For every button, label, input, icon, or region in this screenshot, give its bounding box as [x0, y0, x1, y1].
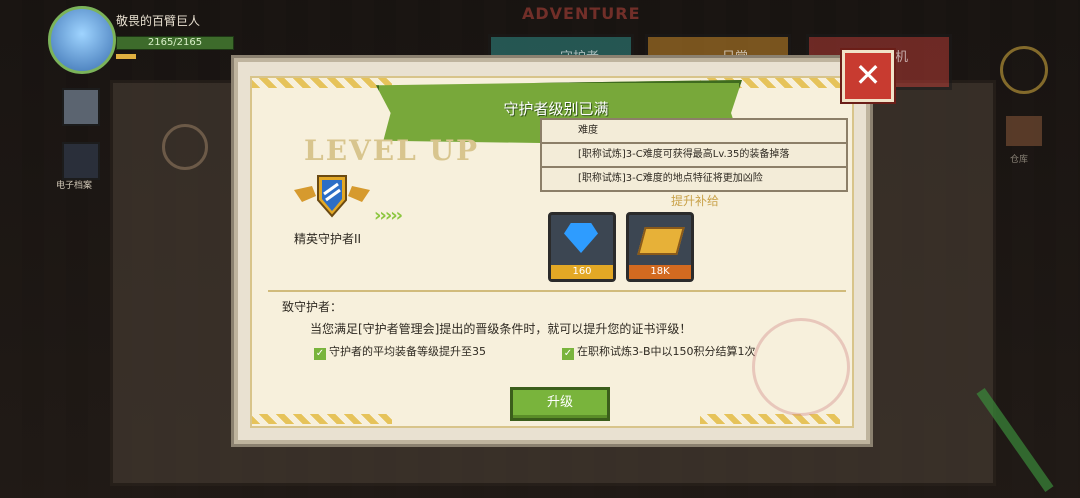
- divider: [268, 290, 846, 292]
- player-hp-bar: 2165/2165: [116, 36, 234, 50]
- list-item: [职称试炼]3-C难度的地点特征将更加凶险: [540, 168, 848, 192]
- check-icon: ✓: [314, 348, 326, 360]
- computer-icon[interactable]: [62, 142, 100, 180]
- player-name: 敬畏的百臂巨人: [116, 14, 201, 28]
- unlock-info-list: 难度 [职称试炼]3-C难度可获得最高Lv.35的装备掉落 [职称试炼]3-C难…: [540, 118, 848, 192]
- reward-count: 160: [551, 265, 613, 279]
- close-button[interactable]: ✕: [842, 50, 894, 102]
- level-up-banner: LEVEL UP: [304, 134, 480, 167]
- reward-gem[interactable]: 160: [548, 212, 616, 282]
- message: 当您满足[守护者管理会]提出的晋级条件时，就可以提升您的证书评级！: [310, 322, 692, 336]
- player-xp-bar: [116, 54, 136, 59]
- corner-stripe: [252, 78, 392, 88]
- supply-title: 提升补给: [670, 194, 719, 208]
- sidebar-item-label: 电子档案: [56, 181, 93, 191]
- document-icon[interactable]: [62, 88, 100, 126]
- store-label: 仓库: [1010, 155, 1029, 165]
- shield-badge-icon: [294, 175, 370, 218]
- condition-text: 守护者的平均装备等级提升至35: [329, 345, 486, 358]
- reward-count: 18K: [629, 265, 691, 279]
- dialog-title: 守护者级别已满: [503, 100, 609, 118]
- stamp-icon: [752, 318, 850, 416]
- adventure-sign: ADVENTURE: [522, 4, 641, 23]
- rank-name: 精英守护者II: [294, 232, 362, 246]
- gold-bar-icon: [637, 227, 685, 255]
- list-item: 难度: [540, 118, 848, 144]
- upgrade-button[interactable]: 升级: [510, 387, 610, 421]
- reward-gold[interactable]: 18K: [626, 212, 694, 282]
- gem-icon: [564, 223, 598, 253]
- compass-icon: [162, 124, 208, 170]
- condition-text: 在职称试炼3-B中以150积分结算1次: [577, 345, 756, 358]
- condition-item: ✓ 在职称试炼3-B中以150积分结算1次: [562, 343, 756, 360]
- check-icon: ✓: [562, 348, 574, 360]
- corner-stripe: [252, 414, 392, 424]
- progress-arrows: ›››››: [374, 205, 403, 226]
- corner-stripe: [700, 414, 840, 424]
- condition-item: ✓ 守护者的平均装备等级提升至35: [314, 343, 486, 360]
- player-avatar[interactable]: [48, 6, 116, 74]
- greeting: 致守护者：: [282, 300, 343, 314]
- compass-button-icon[interactable]: [1000, 46, 1048, 94]
- list-item: [职称试炼]3-C难度可获得最高Lv.35的装备掉落: [540, 144, 848, 168]
- store-icon[interactable]: [1006, 116, 1042, 146]
